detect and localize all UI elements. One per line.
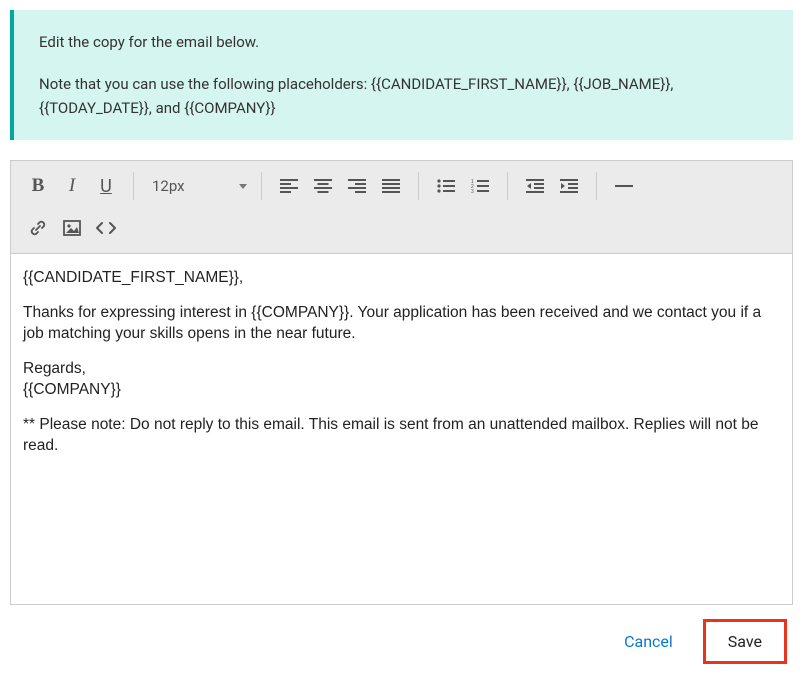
email-paragraph: Regards, {{COMPANY}} [23,359,780,401]
editor-container: B I U 12px [10,160,793,605]
indent-icon [560,179,578,193]
rule-group [603,165,645,207]
svg-text:3: 3 [471,189,474,193]
indent-button[interactable] [552,169,586,203]
align-right-icon [348,179,366,193]
insert-link-button[interactable] [21,211,55,245]
toolbar-separator [418,172,419,200]
align-justify-button[interactable] [374,169,408,203]
info-line-2: Note that you can use the following plac… [39,72,768,120]
code-icon [96,221,116,235]
email-paragraph: Thanks for expressing interest in {{COMP… [23,303,780,345]
align-center-button[interactable] [306,169,340,203]
text-style-group: B I U [17,165,127,207]
info-banner: Edit the copy for the email below. Note … [10,10,793,140]
insert-group [17,207,127,249]
editor-toolbar: B I U 12px [11,161,792,254]
insert-image-button[interactable] [55,211,89,245]
chevron-down-icon [239,184,247,189]
bullet-list-icon [437,179,455,193]
email-paragraph: {{CANDIDATE_FIRST_NAME}}, [23,268,780,289]
indent-group [514,165,590,207]
action-bar: Cancel Save [10,605,793,664]
horizontal-rule-button[interactable] [607,169,641,203]
cancel-button[interactable]: Cancel [612,622,685,661]
outdent-button[interactable] [518,169,552,203]
align-left-button[interactable] [272,169,306,203]
code-view-button[interactable] [89,211,123,245]
toolbar-separator [596,172,597,200]
toolbar-separator [507,172,508,200]
editor-body[interactable]: {{CANDIDATE_FIRST_NAME}}, Thanks for exp… [11,254,792,604]
email-paragraph: ** Please note: Do not reply to this ema… [23,415,780,457]
align-right-button[interactable] [340,169,374,203]
bullet-list-button[interactable] [429,169,463,203]
bold-button[interactable]: B [21,169,55,203]
font-size-select[interactable]: 12px [140,169,255,203]
numbered-list-icon: 1 2 3 [471,179,489,193]
toolbar-separator [133,172,134,200]
align-group [268,165,412,207]
horizontal-rule-icon [615,179,633,193]
font-size-value: 12px [152,177,185,195]
list-group: 1 2 3 [425,165,501,207]
numbered-list-button[interactable]: 1 2 3 [463,169,497,203]
italic-button[interactable]: I [55,169,89,203]
underline-button[interactable]: U [89,169,123,203]
align-left-icon [280,179,298,193]
outdent-icon [526,179,544,193]
image-icon [63,220,81,236]
align-center-icon [314,179,332,193]
save-button[interactable]: Save [703,619,787,664]
link-icon [29,219,47,237]
toolbar-separator [261,172,262,200]
info-line-1: Edit the copy for the email below. [39,30,768,54]
align-justify-icon [382,179,400,193]
